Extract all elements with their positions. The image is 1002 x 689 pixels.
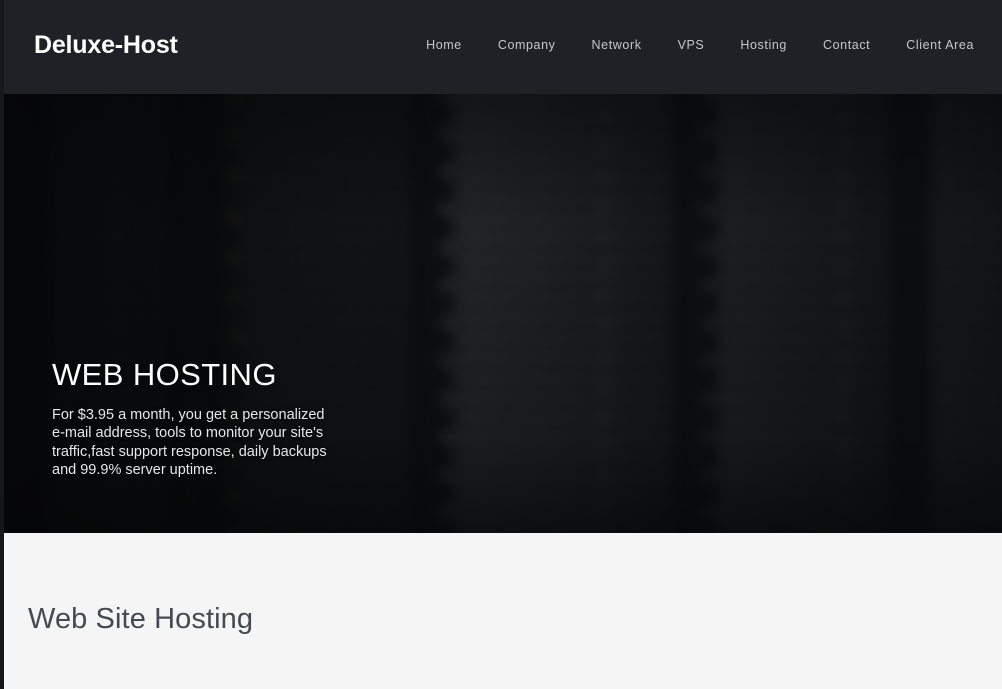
hero-banner: WEB HOSTING For $3.95 a month, you get a…	[0, 94, 1002, 533]
main-navigation: Home Company Network VPS Hosting Contact…	[426, 36, 974, 54]
nav-item-hosting[interactable]: Hosting	[740, 36, 787, 54]
hero-description-line: e-mail address, tools to monitor your si…	[52, 425, 324, 442]
hero-description: For $3.95 a month, you get a personalize…	[52, 406, 472, 479]
nav-item-client-area[interactable]: Client Area	[906, 36, 974, 54]
site-header: Deluxe-Host Home Company Network VPS Hos…	[0, 0, 1002, 94]
hero-description-line: For $3.95 a month, you get a personalize…	[52, 407, 325, 423]
nav-item-vps[interactable]: VPS	[678, 36, 705, 54]
site-logo[interactable]: Deluxe-Host	[34, 31, 178, 60]
hero-content: WEB HOSTING For $3.95 a month, you get a…	[52, 359, 472, 479]
page-left-edge	[0, 0, 4, 689]
nav-item-network[interactable]: Network	[592, 36, 642, 54]
hero-description-line: traffic,fast support response, daily bac…	[52, 443, 327, 460]
content-section: Web Site Hosting	[0, 533, 1002, 689]
nav-item-home[interactable]: Home	[426, 36, 462, 54]
nav-item-company[interactable]: Company	[498, 36, 556, 54]
nav-item-contact[interactable]: Contact	[823, 36, 870, 54]
hero-description-line: and 99.9% server uptime.	[52, 461, 218, 478]
page-title: Web Site Hosting	[28, 603, 254, 635]
hero-title: WEB HOSTING	[52, 357, 277, 392]
page-root: Deluxe-Host Home Company Network VPS Hos…	[0, 0, 1002, 689]
